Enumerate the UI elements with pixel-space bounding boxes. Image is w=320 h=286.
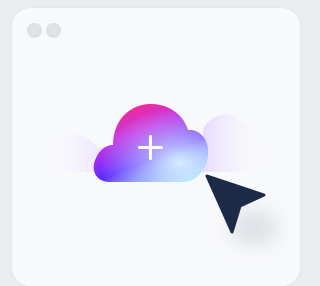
upload-illustration xyxy=(42,104,278,246)
background-cloud-icon xyxy=(203,114,274,172)
cloud-upload-icon[interactable] xyxy=(93,104,209,182)
